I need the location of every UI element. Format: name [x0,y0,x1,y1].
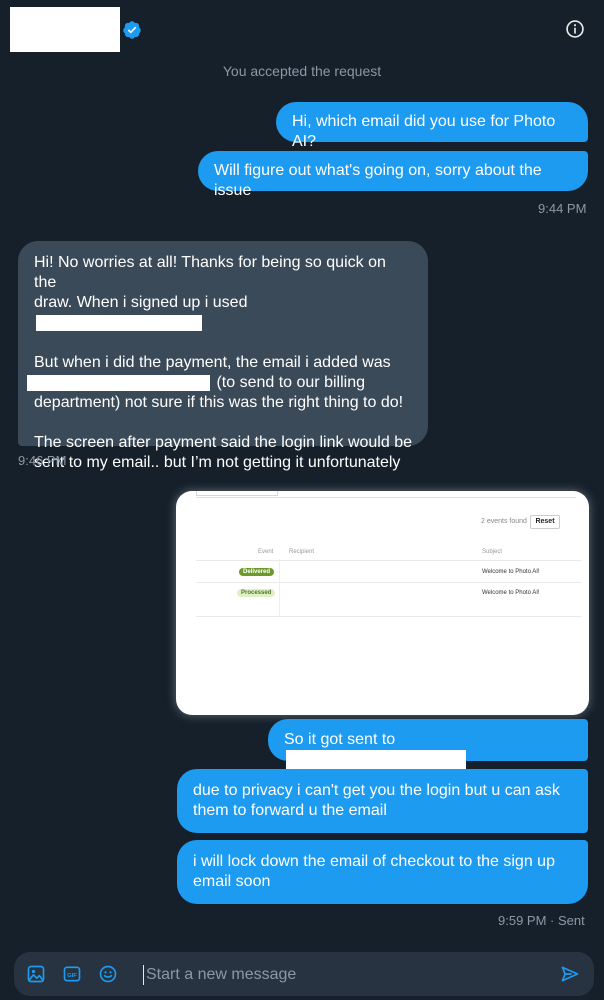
message-bubble-outgoing[interactable]: So it got sent to [268,719,588,770]
message-text: The screen after payment said the login … [34,434,412,451]
message-text: sent to my email.. but I’m not getting i… [34,454,401,471]
message-text: But when i did the payment, the email i … [34,354,391,371]
reset-button: Reset [530,515,560,529]
image-attachment[interactable]: 2 events found Reset Event Recipient Sub… [176,491,589,715]
subject-cell: Welcome to Photo AI! [482,569,540,575]
message-input[interactable] [144,962,548,988]
column-divider [279,559,280,617]
message-text: Hi, which email did you use for Photo AI… [292,113,556,150]
message-text: them to forward u the email [193,802,387,819]
message-timestamp: 9:44 PM [538,201,587,216]
message-text: department) not sure if this was the rig… [34,394,404,411]
message-text-line: (to send to our billing [27,373,412,393]
message-timestamp: 9:46 PM [18,453,67,468]
message-bubble-incoming[interactable]: Hi! No worries at all! Thanks for being … [18,241,428,471]
image-icon[interactable] [26,964,46,984]
gif-icon[interactable]: GIF [62,964,82,984]
row-divider [196,582,581,583]
emoji-icon[interactable] [98,964,118,984]
message-text: email soon [193,873,271,890]
message-timestamp: 9:59 PM · Sent [498,913,585,928]
message-text-line: draw. When i signed up i used [34,293,412,333]
message-bubble-outgoing[interactable]: Will figure out what's going on, sorry a… [198,151,588,199]
redacted-email [286,750,466,770]
redacted-email [36,314,202,331]
message-bubble-outgoing[interactable]: due to privacy i can't get you the login… [177,769,588,833]
row-divider [196,560,581,561]
message-text: So it got sent to [284,731,396,748]
dm-conversation: You accepted the request Hi, which email… [0,0,604,1000]
row-divider [196,616,581,617]
status-badge: Delivered [239,568,275,576]
message-text: due to privacy i can't get you the login… [193,782,560,799]
events-count: 2 events found [481,518,527,525]
redacted-email [27,374,210,391]
column-header-event: Event [258,549,274,555]
message-text: Will figure out what's going on, sorry a… [214,162,542,199]
redacted-user-name [10,7,120,52]
message-text: Hi! No worries at all! Thanks for being … [34,254,386,291]
column-header-recipient: Recipient [289,549,315,555]
subject-cell: Welcome to Photo AI! [482,590,540,596]
message-composer: GIF [14,952,594,996]
info-icon[interactable] [565,19,585,39]
column-header-subject: Subject [482,549,503,555]
conversation-header [0,0,604,58]
message-bubble-outgoing[interactable]: i will lock down the email of checkout t… [177,840,588,904]
verified-badge-icon [123,21,141,39]
decorative-tab [196,491,278,496]
message-text: i will lock down the email of checkout t… [193,853,555,870]
send-icon[interactable] [560,964,580,984]
message-bubble-outgoing[interactable]: Hi, which email did you use for Photo AI… [276,102,588,150]
request-accepted-note: You accepted the request [222,63,382,79]
svg-text:GIF: GIF [67,973,77,979]
status-badge: Processed [237,589,276,597]
